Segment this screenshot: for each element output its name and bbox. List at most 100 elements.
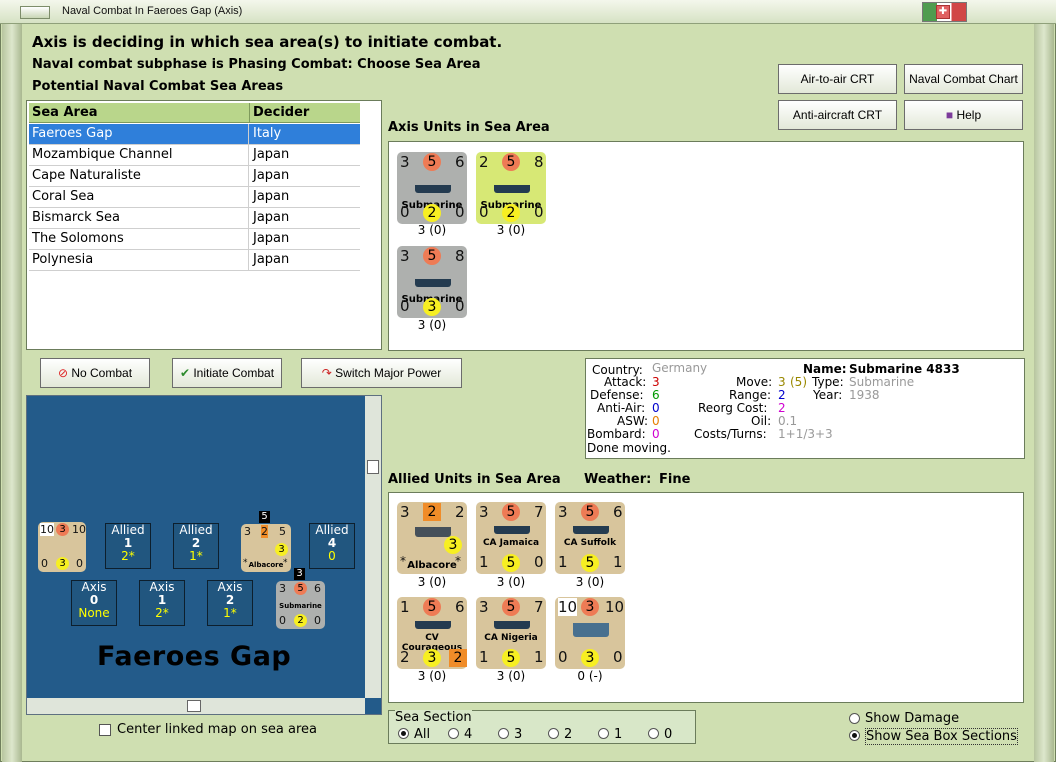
no-entry-icon: ⊘ (57, 366, 72, 380)
checkmark-icon: ✔ (179, 366, 194, 380)
table-row[interactable]: Bismarck Sea Japan (29, 208, 360, 229)
allied-units-panel: 3 2 2 3 * Albacore * 3 (0) 3 5 7 CA Jama… (388, 492, 1024, 703)
bombard-value: 0 (652, 427, 660, 441)
center-map-label: Center linked map on sea area (117, 722, 317, 737)
axis-sea-box-0[interactable]: Axis 0 None (71, 580, 117, 626)
show-damage-radio[interactable] (849, 713, 860, 724)
vertical-scroll-thumb[interactable] (367, 460, 379, 474)
table-row[interactable]: Mozambique Channel Japan (29, 145, 360, 166)
unit-status: 3 (0) (575, 575, 605, 589)
sea-area-table: Sea Area Decider Faeroes Gap Italy Mozamb… (26, 100, 382, 350)
unit-status: 3 (0) (496, 575, 526, 589)
sea-section-0-radio[interactable] (648, 728, 659, 739)
window-menu-button[interactable] (20, 6, 50, 19)
table-row[interactable]: Cape Naturaliste Japan (29, 166, 360, 187)
switch-arrow-icon: ↷ (321, 366, 336, 380)
initiate-combat-button[interactable]: ✔ Initiate Combat (172, 358, 282, 388)
axis-unit-card[interactable]: 2 5 8 Submarine 0 2 0 (476, 152, 546, 224)
sea-areas-heading: Potential Naval Combat Sea Areas (32, 79, 284, 94)
weather-value: Fine (659, 472, 691, 487)
table-row[interactable]: Faeroes Gap Italy (29, 124, 360, 145)
axis-sea-box-1[interactable]: Axis 1 2* (139, 580, 185, 626)
left-rail (2, 24, 22, 762)
submarine-icon (415, 185, 451, 193)
unit-status: 3 (0) (496, 223, 526, 237)
allied-unit-card[interactable]: 10 3 10 0 3 0 (555, 597, 625, 669)
show-sea-box-sections-label: Show Sea Box Sections (865, 728, 1018, 745)
sea-section-1-radio[interactable] (598, 728, 609, 739)
initiate-combat-label: Initiate Combat (193, 366, 275, 380)
sea-section-3-radio[interactable] (498, 728, 509, 739)
unit-status: 3 (0) (496, 669, 526, 683)
subphase-message: Naval combat subphase is Phasing Combat:… (32, 57, 481, 72)
aircraft-icon (415, 527, 451, 537)
right-rail (1034, 24, 1054, 762)
table-row[interactable]: Coral Sea Japan (29, 187, 360, 208)
horizontal-scroll-thumb[interactable] (187, 700, 201, 712)
convoy-icon (573, 623, 609, 637)
costs-value: 1+1/3+3 (778, 427, 833, 441)
switch-major-power-label: Switch Major Power (335, 366, 442, 380)
status-message: Axis is deciding in which sea area(s) to… (32, 33, 503, 51)
no-combat-button[interactable]: ⊘ No Combat (40, 358, 150, 388)
table-row[interactable]: The Solomons Japan (29, 229, 360, 250)
table-header: Sea Area Decider (29, 103, 360, 123)
map-sea-area-name: Faeroes Gap (97, 641, 292, 672)
allied-sea-box-4[interactable]: Allied 4 0 (309, 523, 355, 569)
switch-major-power-button[interactable]: ↷ Switch Major Power (301, 358, 462, 388)
sea-section-2-label: 2 (564, 727, 573, 742)
costs-label: Costs/Turns: (694, 427, 767, 441)
show-damage-label: Show Damage (865, 711, 960, 726)
axis-unit-card[interactable]: 3 5 6 Submarine 0 2 0 (397, 152, 467, 224)
year-value: 1938 (849, 388, 880, 402)
map-submarine-counter[interactable]: 3 5 6 Submarine 0 2 0 (276, 581, 325, 629)
year-label: Year: (813, 388, 843, 402)
book-icon: ■ (945, 108, 957, 122)
sea-section-0-label: 0 (664, 727, 673, 742)
allied-sea-box-1[interactable]: Allied 1 2* (105, 523, 151, 569)
sea-section-all-radio[interactable] (398, 728, 409, 739)
done-status: Done moving. (587, 441, 671, 455)
map-vertical-scrollbar[interactable] (365, 396, 381, 698)
bombard-label: Bombard: (587, 427, 646, 441)
sea-area-map[interactable]: Allied 1 2* Allied 2 1* Allied 4 0 Axis 0 None A… (26, 395, 382, 715)
cruiser-icon (494, 621, 530, 629)
map-convoy-counter[interactable]: 10 3 10 0 3 0 (38, 522, 86, 572)
header-decider: Decider (253, 105, 310, 120)
allied-unit-card[interactable]: 1 5 6 CV Courageous 2 3 2 (397, 597, 467, 669)
cruiser-icon (573, 526, 609, 534)
axis-unit-card[interactable]: 3 5 8 Submarine 0 3 0 (397, 246, 467, 318)
stack-count: 5 (259, 511, 270, 523)
move-extra-value: (5) (790, 375, 807, 389)
unit-info-panel: Country: Germany Attack: 3 Defense: 6 Anti-… (585, 358, 1025, 459)
help-button[interactable]: ■ Help (904, 100, 1023, 130)
anti-aircraft-crt-button[interactable]: Anti-aircraft CRT (778, 100, 897, 130)
show-sea-box-sections-radio[interactable] (849, 730, 860, 741)
help-label: Help (956, 108, 982, 122)
center-map-checkbox[interactable] (99, 724, 111, 736)
air-to-air-crt-button[interactable]: Air-to-air CRT (778, 64, 897, 94)
sea-section-4-label: 4 (464, 727, 473, 742)
window-title: Naval Combat In Faeroes Gap (Axis) (62, 5, 243, 17)
unit-status: 3 (0) (417, 669, 447, 683)
sea-section-1-label: 1 (614, 727, 623, 742)
sea-section-all-label: All (414, 727, 431, 742)
submarine-icon (494, 185, 530, 193)
naval-combat-chart-button[interactable]: Naval Combat Chart (904, 64, 1023, 94)
flag-cross-icon: ✚ (936, 5, 950, 19)
sea-section-3-label: 3 (514, 727, 523, 742)
sea-section-4-radio[interactable] (448, 728, 459, 739)
map-aircraft-counter[interactable]: 3 2 5 3 * Albacore * (241, 524, 291, 572)
allied-unit-card[interactable]: 3 5 7 CA Jamaica 1 5 0 (476, 502, 546, 574)
unit-status: 3 (0) (417, 223, 447, 237)
allied-unit-card[interactable]: 3 5 7 CA Nigeria 1 5 1 (476, 597, 546, 669)
table-row[interactable]: Polynesia Japan (29, 250, 360, 271)
no-combat-label: No Combat (71, 366, 133, 380)
allied-unit-card[interactable]: 3 2 2 3 * Albacore * (397, 502, 467, 574)
allied-sea-box-2[interactable]: Allied 2 1* (173, 523, 219, 569)
sea-section-2-radio[interactable] (548, 728, 559, 739)
allied-unit-card[interactable]: 3 5 6 CA Suffolk 1 5 1 (555, 502, 625, 574)
country-value: Germany (652, 361, 708, 375)
axis-sea-box-2[interactable]: Axis 2 1* (207, 580, 253, 626)
unit-status: 3 (0) (417, 318, 447, 332)
